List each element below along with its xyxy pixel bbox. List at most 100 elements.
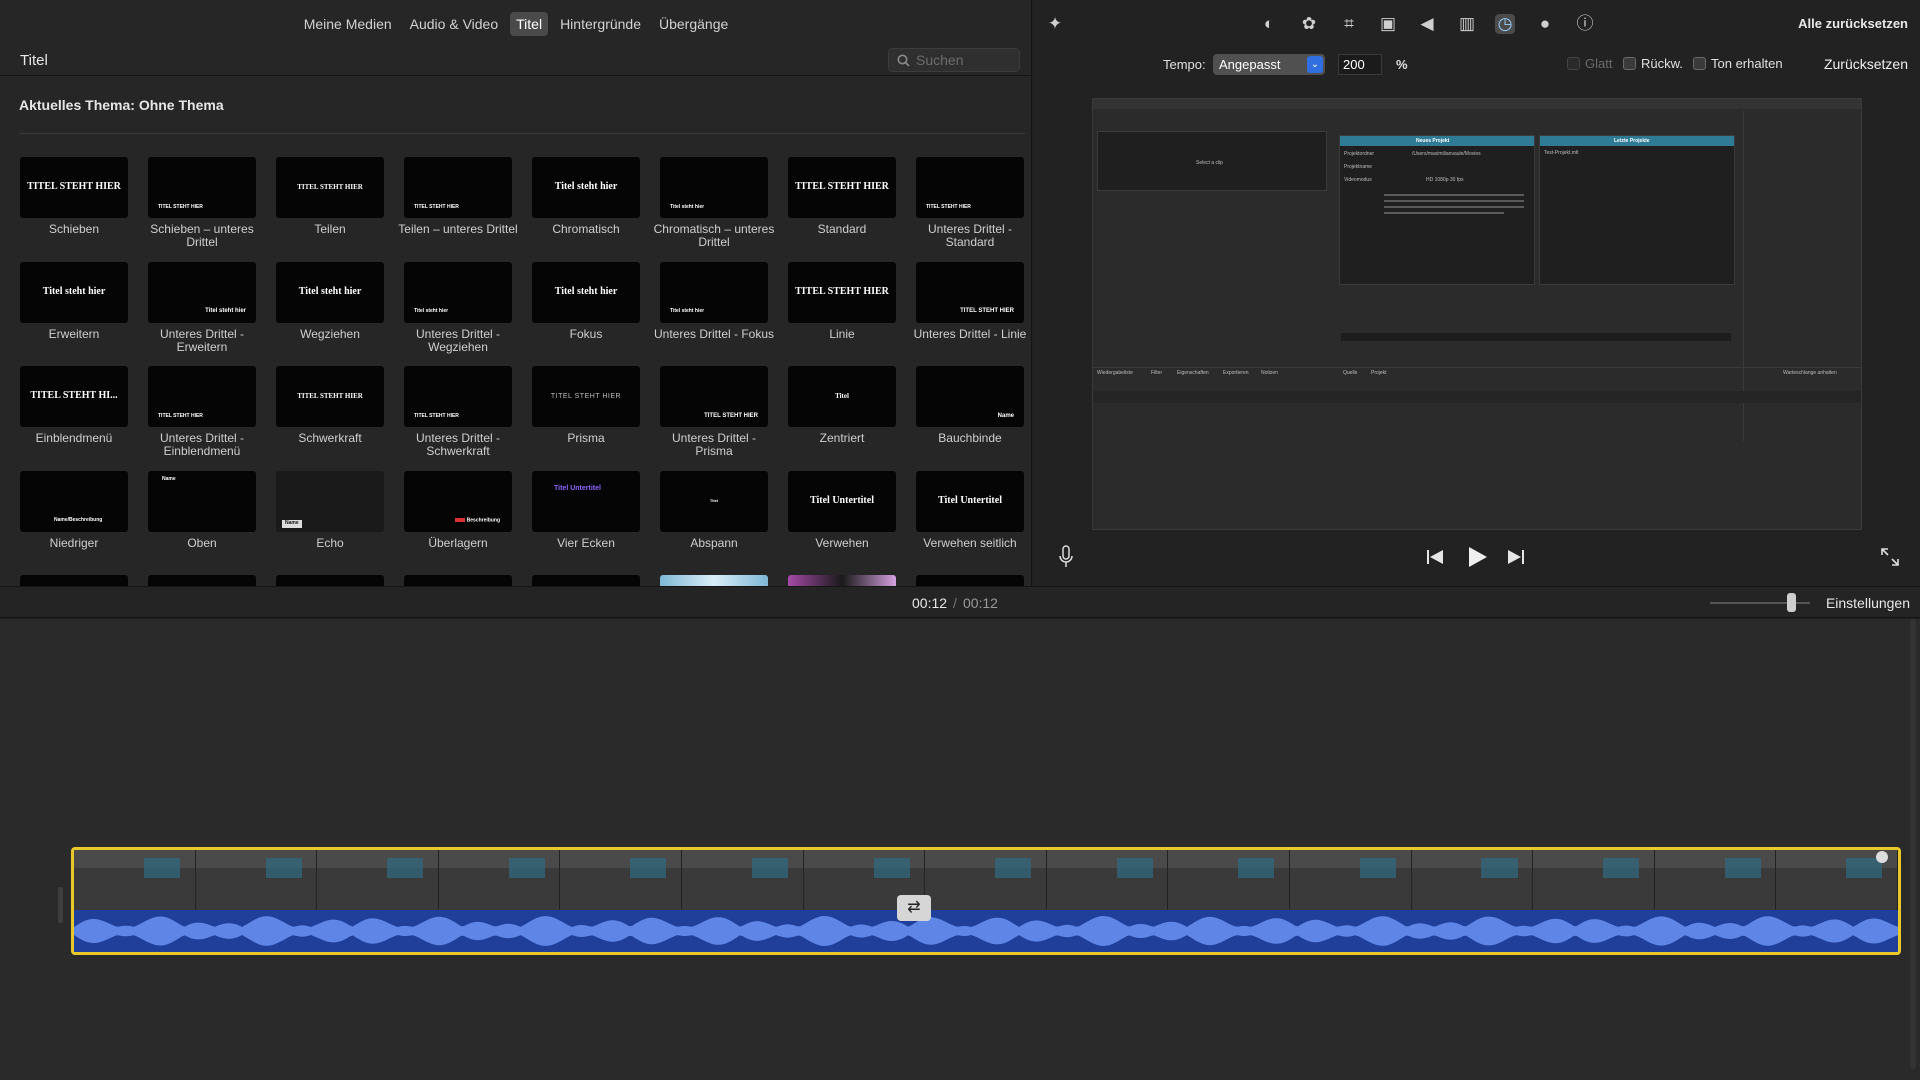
timeline-zoom-knob[interactable] xyxy=(1787,593,1796,612)
reset-all-button[interactable]: Alle zurücksetzen xyxy=(1798,16,1908,31)
reset-button[interactable]: Zurücksetzen xyxy=(1824,56,1908,72)
crop-icon[interactable]: ⌗ xyxy=(1339,14,1359,34)
title-thumbnail[interactable]: Titel steht hier xyxy=(404,261,512,323)
title-thumbnail[interactable]: Name/Beschreibung xyxy=(20,470,128,532)
title-thumbnail[interactable]: TITEL STEHT HIER xyxy=(788,261,896,323)
color-correction-icon[interactable]: ✿ xyxy=(1299,14,1319,34)
title-thumbnail[interactable]: Titel Untertitel xyxy=(532,470,640,532)
title-thumbnail[interactable]: Titel xyxy=(788,366,896,427)
title-tile[interactable]: Titel steht hier Fokus xyxy=(532,261,640,367)
title-thumbnail[interactable]: TITEL STEHT HIER xyxy=(404,157,512,218)
title-thumbnail[interactable] xyxy=(276,575,384,586)
title-tile[interactable]: TITEL STEHT HIER Linie xyxy=(788,261,896,367)
title-tile[interactable]: Name Oben xyxy=(148,470,256,576)
title-tile[interactable]: TITEL STEHT HI... Einblendmenü xyxy=(20,366,128,471)
title-thumbnail[interactable] xyxy=(788,575,896,586)
title-tile[interactable]: Titel steht hier Erweitern xyxy=(20,261,128,367)
speed-change-icon[interactable]: ⇄ xyxy=(897,895,931,921)
title-thumbnail[interactable]: TITEL STEHT HIER xyxy=(532,366,640,427)
volume-icon[interactable]: ◀ xyxy=(1417,14,1437,34)
magic-wand-icon[interactable]: ✦ xyxy=(1045,14,1065,34)
preserve-pitch-checkbox[interactable]: Ton erhalten xyxy=(1693,56,1783,71)
settings-button[interactable]: Einstellungen xyxy=(1826,595,1910,611)
title-tile[interactable]: Titel Zentriert xyxy=(788,366,896,471)
title-thumbnail[interactable]: Titel steht hier xyxy=(532,157,640,218)
title-tile[interactable]: TITEL STEHT HIER Schwerkraft xyxy=(276,366,384,471)
title-tile[interactable]: TITEL STEHT HIER Teilen – unteres Drittel xyxy=(398,157,518,262)
info-icon[interactable]: ⓘ xyxy=(1575,14,1595,34)
title-tile[interactable]: Titel Abspann xyxy=(660,470,768,576)
title-thumbnail[interactable]: TITEL STEHT HIER xyxy=(916,261,1024,323)
title-thumbnail[interactable]: Titel steht hier xyxy=(532,261,640,323)
title-tile[interactable]: TITEL STEHT HIER Schieben – unteres Dritt… xyxy=(148,157,256,262)
skip-back-icon[interactable] xyxy=(1426,549,1444,565)
title-thumbnail[interactable]: Titel steht hier xyxy=(660,157,768,218)
search-field[interactable] xyxy=(888,48,1020,72)
search-input[interactable] xyxy=(916,52,1016,68)
title-tile[interactable]: Titel Untertitel Verwehen seitlich xyxy=(916,470,1024,576)
title-tile[interactable]: TITEL STEHT HIER Prisma xyxy=(532,366,640,471)
tab-hintergruende[interactable]: Hintergründe xyxy=(554,12,647,36)
title-thumbnail[interactable]: Titel Untertitel xyxy=(916,470,1024,532)
title-thumbnail[interactable]: TITEL STEHT HIER xyxy=(916,157,1024,218)
title-thumbnail[interactable]: TITEL STEHT HIER xyxy=(788,157,896,218)
title-tile[interactable]: Beschreibung Überlagern xyxy=(404,470,512,576)
title-tile[interactable]: TITEL STEHT HIER Unteres Drittel - Standa… xyxy=(916,157,1024,262)
color-balance-icon[interactable]: ◐ xyxy=(1259,14,1279,34)
title-tile[interactable]: Titel steht hier Unteres Drittel - Wegzie… xyxy=(404,261,512,367)
speed-mode-select[interactable]: Angepasst ⌄ xyxy=(1213,54,1325,75)
fullscreen-icon[interactable] xyxy=(1880,547,1900,567)
title-tile[interactable]: TITEL STEHT HIER Teilen xyxy=(276,157,384,262)
title-thumbnail[interactable]: TITEL STEHT HIER xyxy=(404,366,512,427)
title-thumbnail[interactable]: Name xyxy=(148,470,256,532)
title-tile[interactable]: Titel steht hier Wegziehen xyxy=(276,261,384,367)
title-thumbnail[interactable]: TITEL STEHT HI... xyxy=(20,366,128,427)
speed-percentage-input[interactable] xyxy=(1338,54,1382,75)
title-thumbnail[interactable] xyxy=(532,575,640,586)
title-thumbnail[interactable]: Name xyxy=(916,366,1024,427)
skip-forward-icon[interactable] xyxy=(1507,549,1525,565)
title-tile[interactable]: TITEL STEHT HIER Standard xyxy=(788,157,896,262)
clip-left-handle[interactable] xyxy=(58,887,63,923)
title-tile[interactable]: TITEL STEHT HIER Unteres Drittel - Prisma xyxy=(660,366,768,471)
title-tile[interactable]: Titel steht hier Chromatisch – unteres Dr… xyxy=(654,157,774,262)
title-thumbnail[interactable] xyxy=(660,575,768,586)
title-thumbnail[interactable] xyxy=(404,575,512,586)
tab-uebergaenge[interactable]: Übergänge xyxy=(653,12,734,36)
smooth-checkbox[interactable]: Glatt xyxy=(1567,56,1612,71)
title-tile[interactable]: Name Bauchbinde xyxy=(916,366,1024,471)
reverse-checkbox[interactable]: Rückw. xyxy=(1623,56,1683,71)
tab-audio-video[interactable]: Audio & Video xyxy=(404,12,504,36)
title-thumbnail[interactable]: Titel steht hier xyxy=(276,261,384,323)
speed-icon[interactable]: ◷ xyxy=(1495,14,1515,34)
title-tile[interactable]: Name/Beschreibung Niedriger xyxy=(20,470,128,576)
title-thumbnail[interactable]: Titel Untertitel xyxy=(788,470,896,532)
title-thumbnail[interactable]: Titel steht hier xyxy=(660,261,768,323)
title-thumbnail[interactable]: Beschreibung xyxy=(404,470,512,532)
clip-end-marker[interactable] xyxy=(1876,851,1888,863)
title-tile[interactable]: Titel steht hier Unteres Drittel - Fokus xyxy=(654,261,774,367)
title-thumbnail[interactable] xyxy=(20,575,128,586)
title-tile[interactable]: TITEL STEHT HIER Schieben xyxy=(20,157,128,262)
microphone-icon[interactable] xyxy=(1058,545,1074,569)
tab-titel[interactable]: Titel xyxy=(510,12,549,36)
timeline-scrollbar[interactable] xyxy=(1910,619,1916,1069)
title-thumbnail[interactable]: Name xyxy=(276,470,384,532)
equalizer-icon[interactable]: ▥ xyxy=(1457,14,1477,34)
title-thumbnail[interactable]: Titel steht hier xyxy=(20,261,128,323)
filter-icon[interactable]: ● xyxy=(1535,14,1555,34)
title-tile[interactable]: Titel Untertitel Vier Ecken xyxy=(532,470,640,576)
title-tile[interactable]: Titel steht hier Unteres Drittel - Erweit… xyxy=(148,261,256,367)
title-tile[interactable]: TITEL STEHT HIER Unteres Drittel - Linie xyxy=(914,261,1026,367)
title-thumbnail[interactable]: TITEL STEHT HIER xyxy=(148,157,256,218)
tab-meine-medien[interactable]: Meine Medien xyxy=(298,12,398,36)
title-tile[interactable]: Titel steht hier Chromatisch xyxy=(532,157,640,262)
title-thumbnail[interactable]: TITEL STEHT HIER xyxy=(276,366,384,427)
title-tile[interactable]: TITEL STEHT HIER Unteres Drittel - Schwer… xyxy=(404,366,512,471)
stabilization-icon[interactable]: ▣ xyxy=(1378,14,1398,34)
title-thumbnail[interactable]: TITEL STEHT HIER xyxy=(276,157,384,218)
video-preview[interactable]: Select a clip Neues Projekt Projektordne… xyxy=(1092,98,1862,530)
title-thumbnail[interactable]: Titel xyxy=(660,470,768,532)
timeline[interactable]: ⇄ xyxy=(0,619,1920,1080)
title-thumbnail[interactable]: TITEL STEHT HIER xyxy=(660,366,768,427)
